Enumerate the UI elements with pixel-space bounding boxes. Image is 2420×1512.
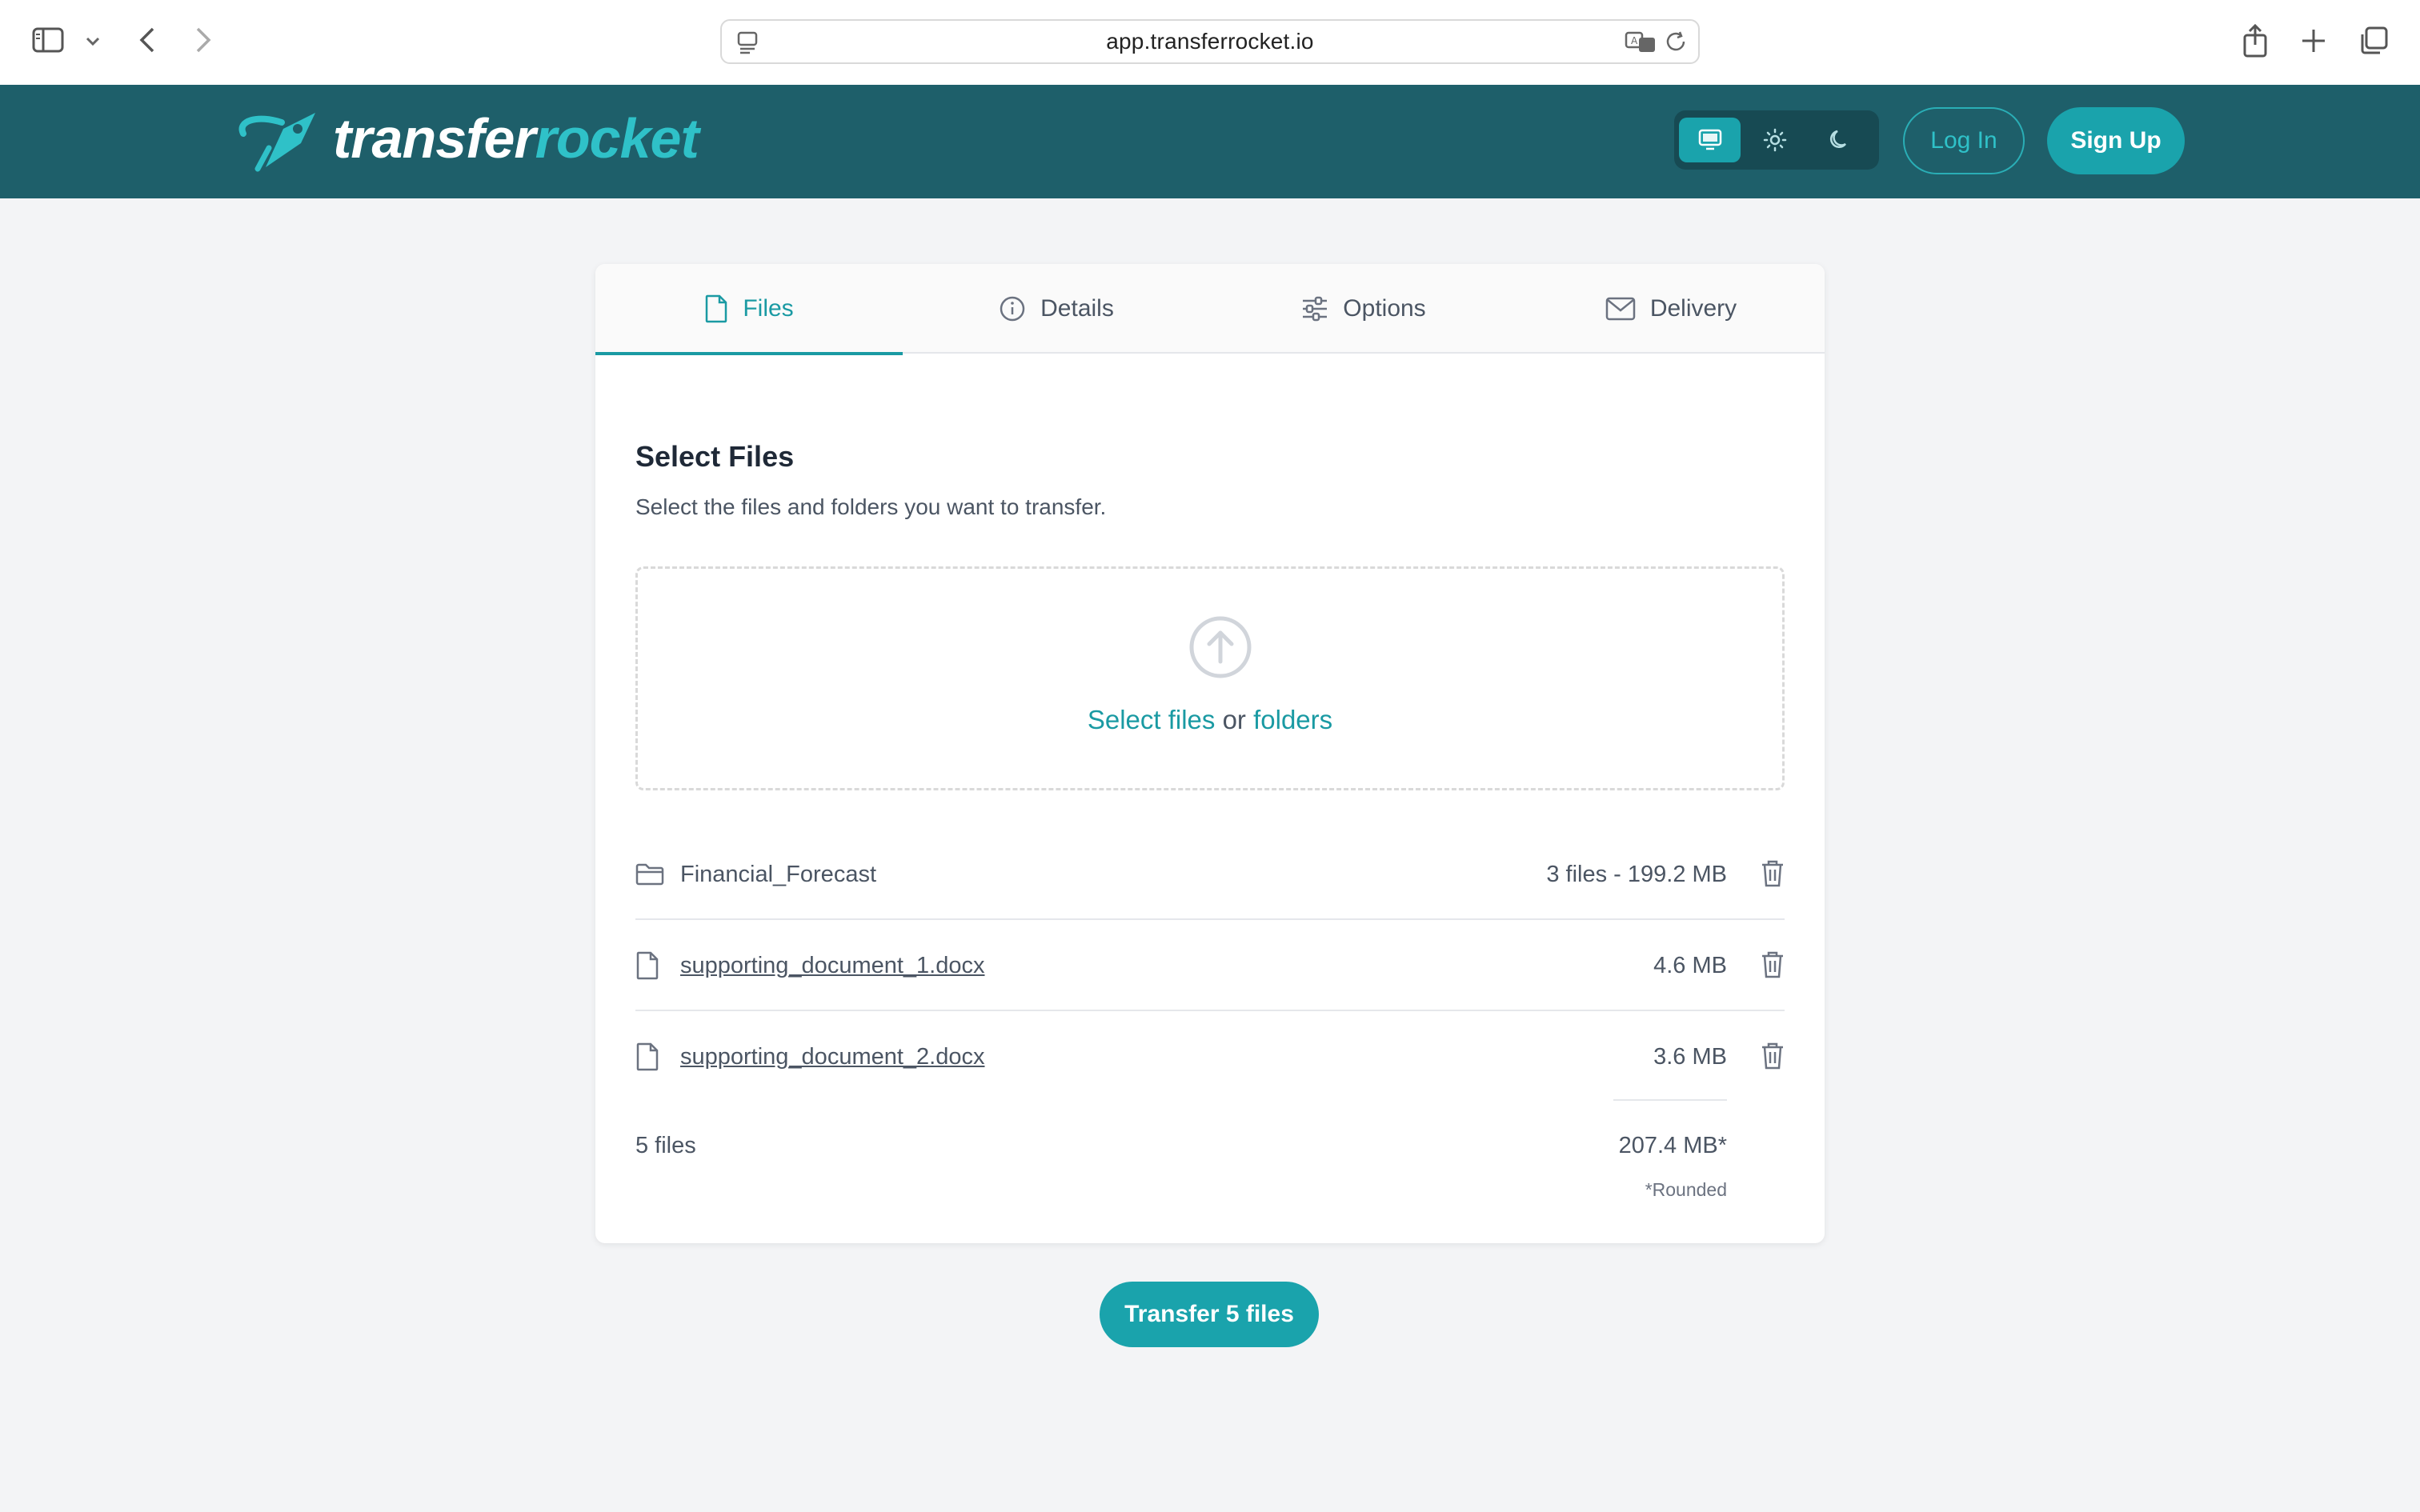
select-files-link[interactable]: Select files: [1088, 705, 1216, 734]
trash-icon[interactable]: [1761, 1042, 1785, 1074]
rocket-logo-icon: [238, 113, 315, 172]
info-icon: [1000, 296, 1025, 322]
file-size: 3.6 MB: [1653, 1043, 1727, 1070]
upload-icon: [1188, 615, 1252, 683]
sun-icon: [1763, 128, 1787, 152]
total-divider: [1613, 1099, 1727, 1101]
file-name: Financial_Forecast: [680, 861, 876, 887]
mail-icon: [1605, 297, 1636, 321]
svg-text:A: A: [1631, 35, 1638, 46]
file-size: 4.6 MB: [1653, 952, 1727, 978]
url-text: app.transferrocket.io: [1106, 29, 1314, 54]
tab-delivery[interactable]: Delivery: [1517, 264, 1825, 354]
total-size: 207.4 MB*: [1618, 1133, 1727, 1158]
transfer-card: Files Details Options Delivery Select Fi…: [595, 264, 1825, 1243]
forward-icon[interactable]: [189, 24, 218, 56]
chevron-down-icon[interactable]: [83, 32, 102, 51]
theme-dark-button[interactable]: [1809, 118, 1871, 162]
share-icon[interactable]: [2239, 22, 2271, 59]
moon-icon: [1830, 130, 1847, 148]
address-bar[interactable]: app.transferrocket.io A: [720, 19, 1700, 64]
theme-light-button[interactable]: [1744, 118, 1805, 162]
trash-icon[interactable]: [1761, 859, 1785, 892]
file-dropzone[interactable]: Select files or folders: [635, 566, 1785, 790]
tab-files[interactable]: Files: [595, 264, 903, 355]
select-folders-link[interactable]: folders: [1253, 705, 1332, 734]
file-row: supporting_document_1.docx 4.6 MB: [635, 920, 1785, 1011]
tab-details[interactable]: Details: [903, 264, 1210, 354]
file-icon: [635, 951, 666, 980]
file-icon: [706, 294, 727, 323]
translate-icon[interactable]: A: [1625, 30, 1657, 58]
logo[interactable]: transferrocket: [234, 102, 699, 174]
tab-overview-icon[interactable]: [2358, 26, 2390, 56]
signup-button[interactable]: Sign Up: [2047, 107, 2185, 174]
file-name-link[interactable]: supporting_document_2.docx: [680, 1044, 984, 1070]
back-icon[interactable]: [133, 24, 162, 56]
folder-icon: [635, 862, 666, 886]
browser-toolbar: app.transferrocket.io A: [0, 0, 2420, 85]
reload-icon[interactable]: [1665, 30, 1689, 58]
logo-text: transferrocket: [333, 107, 699, 170]
section-title: Select Files: [635, 440, 795, 473]
new-tab-icon[interactable]: [2298, 26, 2329, 56]
dropzone-prompt: Select files or folders: [1087, 705, 1333, 734]
total-file-count: 5 files: [635, 1133, 696, 1158]
file-row: supporting_document_2.docx 3.6 MB: [635, 1011, 1785, 1102]
file-name-link[interactable]: supporting_document_1.docx: [680, 953, 984, 979]
file-row: Financial_Forecast 3 files - 199.2 MB: [635, 829, 1785, 920]
theme-switcher: [1674, 110, 1879, 170]
file-icon: [635, 1042, 666, 1071]
tab-options[interactable]: Options: [1210, 264, 1517, 354]
sliders-icon: [1303, 296, 1328, 322]
login-button[interactable]: Log In: [1903, 107, 2025, 174]
sidebar-toggle-icon[interactable]: [30, 26, 66, 54]
page-icon: [736, 30, 759, 58]
rounded-note: *Rounded: [1645, 1179, 1727, 1200]
file-size: 3 files - 199.2 MB: [1546, 861, 1727, 887]
trash-icon[interactable]: [1761, 950, 1785, 983]
tab-bar: Files Details Options Delivery: [595, 264, 1825, 355]
monitor-icon: [1698, 129, 1721, 150]
section-subtitle: Select the files and folders you want to…: [635, 494, 1107, 519]
transfer-button[interactable]: Transfer 5 files: [1100, 1282, 1319, 1347]
theme-system-button[interactable]: [1679, 118, 1741, 162]
